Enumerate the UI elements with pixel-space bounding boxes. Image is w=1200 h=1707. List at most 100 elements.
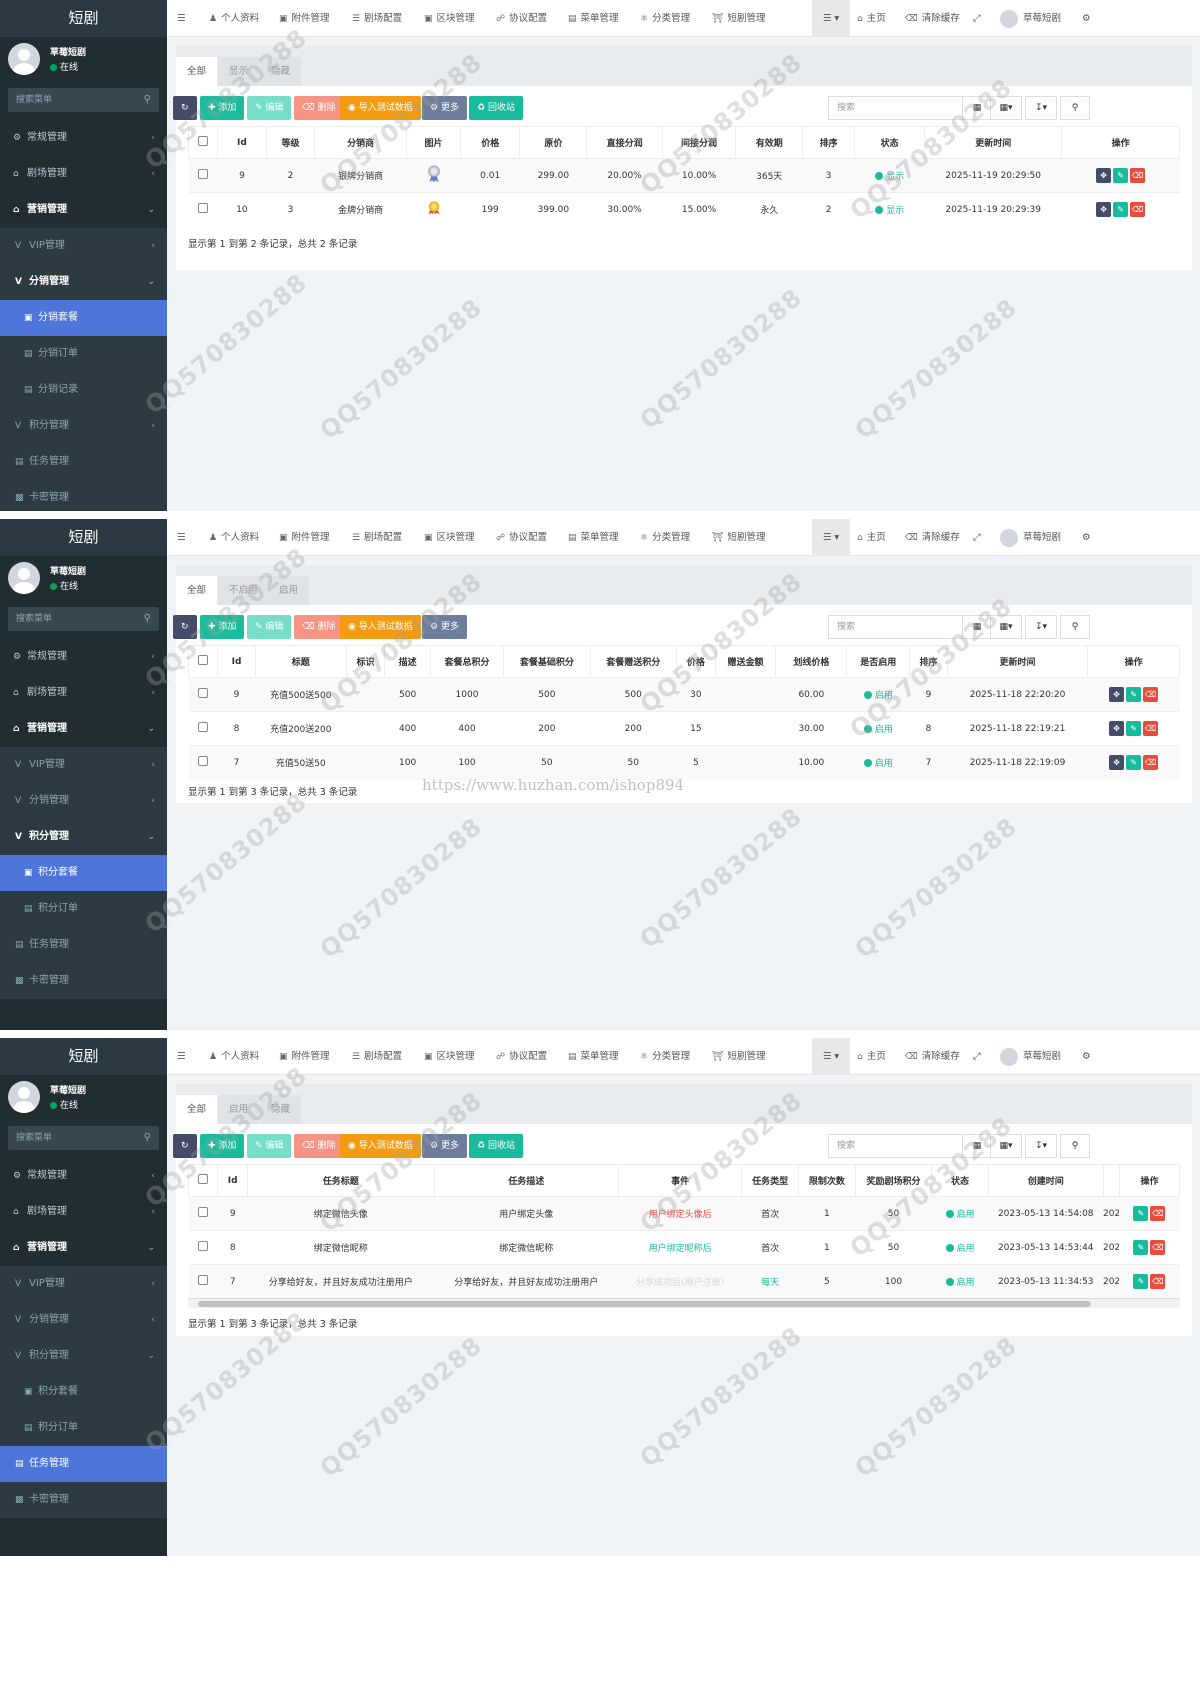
fullscreen-icon[interactable]: ⤢: [973, 519, 981, 556]
nav-theater-config[interactable]: ☰ 剧场配置: [352, 519, 402, 556]
settings-icon[interactable]: ⚙: [1082, 0, 1091, 37]
table-search-input[interactable]: 搜索: [828, 615, 978, 639]
checkbox[interactable]: [198, 136, 209, 146]
sidebar-item-theater[interactable]: ⌂ 剧场管理 ‹: [0, 675, 167, 711]
horizontal-scrollbar[interactable]: [188, 1298, 1180, 1308]
nav-profile[interactable]: ♟ 个人资料: [209, 1038, 259, 1075]
select-all-checkbox[interactable]: [187, 126, 219, 159]
columns-dropdown-button[interactable]: ▦▾: [990, 96, 1022, 120]
sidebar-item-distribution[interactable]: V 分销管理 ‹: [0, 783, 167, 819]
refresh-button[interactable]: ↻: [173, 96, 197, 120]
col-base-points[interactable]: 套餐基础积分: [503, 645, 591, 678]
nav-attachments[interactable]: ▣ 附件管理: [279, 519, 330, 556]
add-button[interactable]: ✚ 添加: [200, 96, 245, 120]
nav-categories[interactable]: ⚛ 分类管理: [640, 519, 690, 556]
delete-row-button[interactable]: ⌫: [1130, 202, 1146, 218]
fullscreen-icon[interactable]: ⤢: [973, 1038, 981, 1075]
col-direct-share[interactable]: 直接分润: [586, 126, 663, 159]
sidebar-item-points-package[interactable]: ▣ 积分套餐: [0, 1374, 167, 1410]
sidebar-item-points-order[interactable]: ▤ 积分订单: [0, 891, 167, 927]
cell-image[interactable]: [406, 158, 461, 193]
tab-disabled[interactable]: 不启用: [218, 576, 269, 605]
sidebar-item-vip[interactable]: V VIP管理 ‹: [0, 228, 167, 264]
nav-agreement[interactable]: ☍ 协议配置: [496, 1038, 547, 1075]
toggle-view-button[interactable]: ▦: [962, 615, 992, 639]
nav-attachments[interactable]: ▣ 附件管理: [279, 1038, 330, 1075]
add-button[interactable]: ✚ 添加: [200, 1134, 245, 1158]
edit-row-button[interactable]: ✎: [1113, 202, 1129, 218]
tab-all[interactable]: 全部: [176, 1095, 218, 1124]
sidebar-item-theater[interactable]: ⌂ 剧场管理 ‹: [0, 1194, 167, 1230]
menu-toggle-icon[interactable]: ☰: [177, 519, 186, 556]
edit-row-button[interactable]: ✎: [1133, 1240, 1149, 1255]
search-toggle-button[interactable]: ⚲: [1060, 1134, 1090, 1158]
nav-categories[interactable]: ⚛ 分类管理: [640, 0, 690, 37]
sidebar-item-points[interactable]: V 积分管理 ⌄: [0, 819, 167, 855]
col-limit[interactable]: 限制次数: [798, 1164, 856, 1197]
import-test-data-button[interactable]: ◉ 导入测试数据: [340, 615, 421, 639]
cell-enabled[interactable]: 启用: [846, 745, 910, 780]
sidebar-item-general[interactable]: ⚙ 常规管理 ‹: [0, 639, 167, 675]
table-row[interactable]: 9 2 银牌分销商 0.01 299.00 20.00% 10.00% 365天…: [188, 158, 1180, 193]
import-test-data-button[interactable]: ◉ 导入测试数据: [340, 96, 421, 120]
delete-row-button[interactable]: ⌫: [1150, 1240, 1166, 1255]
delete-row-button[interactable]: ⌫: [1143, 721, 1159, 736]
nav-clear-cache[interactable]: ⌫ 清除缓存: [905, 519, 960, 556]
delete-button[interactable]: ⌫ 删除: [294, 96, 344, 120]
row-checkbox[interactable]: [198, 203, 209, 214]
search-toggle-button[interactable]: ⚲: [1060, 615, 1090, 639]
delete-button[interactable]: ⌫ 删除: [294, 615, 344, 639]
table-row[interactable]: 9 充值500送500 500 1000 500 500 30 60.00 启用…: [188, 677, 1180, 712]
sidebar-item-cards[interactable]: ▩ 卡密管理: [0, 963, 167, 999]
tab-enabled[interactable]: 启用: [268, 576, 310, 605]
table-search-input[interactable]: 搜索: [828, 96, 978, 120]
export-dropdown-button[interactable]: ↧▾: [1025, 1134, 1057, 1158]
col-desc[interactable]: 描述: [384, 645, 431, 678]
col-mark[interactable]: 标识: [345, 645, 386, 678]
export-dropdown-button[interactable]: ↧▾: [1025, 615, 1057, 639]
tab-all[interactable]: 全部: [176, 57, 218, 86]
col-line-price[interactable]: 划线价格: [775, 645, 848, 678]
col-price[interactable]: 价格: [460, 126, 521, 159]
nav-user[interactable]: 草莓短剧: [1000, 519, 1061, 556]
add-button[interactable]: ✚ 添加: [200, 615, 245, 639]
columns-dropdown-button[interactable]: ▦▾: [990, 615, 1022, 639]
sidebar-item-general[interactable]: ⚙ 常规管理 ‹: [0, 120, 167, 156]
sidebar-item-vip[interactable]: V VIP管理 ‹: [0, 1266, 167, 1302]
edit-row-button[interactable]: ✎: [1126, 687, 1142, 702]
cell-enabled[interactable]: 启用: [846, 711, 910, 746]
col-task-title[interactable]: 任务标题: [246, 1164, 435, 1197]
sidebar-item-points-order[interactable]: ▤ 积分订单: [0, 1410, 167, 1446]
nav-blocks[interactable]: ▣ 区块管理: [424, 519, 475, 556]
row-checkbox[interactable]: [198, 688, 209, 698]
col-total-points[interactable]: 套餐总积分: [429, 645, 505, 678]
cell-image[interactable]: [406, 192, 461, 227]
delete-row-button[interactable]: ⌫: [1143, 687, 1159, 702]
drag-sort-button[interactable]: ✥: [1109, 687, 1125, 702]
nav-profile[interactable]: ♟ 个人资料: [209, 0, 259, 37]
nav-menus[interactable]: ▤ 菜单管理: [568, 1038, 619, 1075]
sidebar-item-theater[interactable]: ⌂ 剧场管理 ‹: [0, 156, 167, 192]
more-button[interactable]: ⚙ 更多: [422, 615, 467, 639]
menu-toggle-icon[interactable]: ☰: [177, 0, 186, 37]
edit-row-button[interactable]: ✎: [1133, 1206, 1149, 1221]
col-validity[interactable]: 有效期: [735, 126, 804, 159]
nav-profile[interactable]: ♟ 个人资料: [209, 519, 259, 556]
cell-status[interactable]: 启用: [931, 1196, 989, 1231]
nav-clear-cache[interactable]: ⌫ 清除缓存: [905, 0, 960, 37]
nav-agreement[interactable]: ☍ 协议配置: [496, 0, 547, 37]
sidebar-item-distribution-record[interactable]: ▤ 分销记录: [0, 372, 167, 408]
cell-enabled[interactable]: 启用: [846, 677, 910, 712]
nav-multitab-toggle[interactable]: ☰ ▾: [812, 0, 850, 37]
cell-status[interactable]: 显示: [854, 192, 925, 227]
sidebar-item-distribution-package[interactable]: ▣ 分销套餐: [0, 300, 167, 336]
sidebar-item-points[interactable]: V 积分管理 ⌄: [0, 1338, 167, 1374]
select-all-checkbox[interactable]: [187, 645, 219, 678]
tab-hide[interactable]: 隐藏: [260, 57, 302, 86]
nav-theater-config[interactable]: ☰ 剧场配置: [352, 0, 402, 37]
col-updated[interactable]: 更新时间: [946, 645, 1089, 678]
tab-hide[interactable]: 隐藏: [260, 1095, 302, 1124]
nav-home[interactable]: ⌂ 主页: [857, 0, 886, 37]
nav-home[interactable]: ⌂ 主页: [857, 519, 886, 556]
col-id[interactable]: Id: [217, 126, 267, 159]
